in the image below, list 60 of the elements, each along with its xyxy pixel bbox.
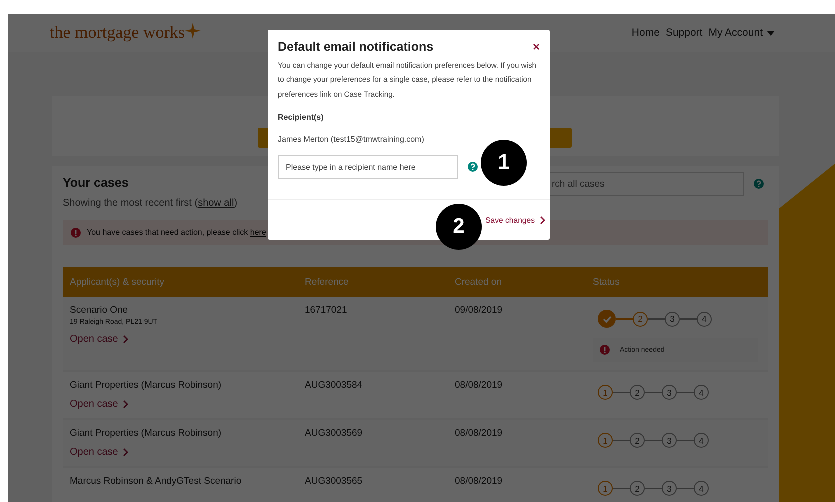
step-circle: 1: [598, 481, 613, 496]
alert-icon: [600, 345, 610, 355]
reference-cell-text: AUG3003565: [305, 476, 364, 489]
column-header: Reference: [305, 276, 350, 288]
applicant-name: Giant Properties (Marcus Robinson): [70, 380, 223, 391]
step-circle: 4: [694, 433, 709, 448]
chevron-icon: [123, 400, 130, 409]
nav-link[interactable]: Support: [666, 27, 703, 39]
applicant-name: Marcus Robinson & AndyGTest Scenario: [70, 476, 243, 487]
date-cell-text: 08/08/2019: [455, 380, 504, 393]
chevron-icon: [123, 448, 130, 457]
reference-cell-text: 16717021: [305, 305, 348, 318]
open-case-link[interactable]: Open case: [70, 334, 130, 345]
logo-text: the mortgage works: [50, 23, 186, 43]
column-header: Applicant(s) & security: [70, 276, 166, 288]
alert-text: You have cases that need action, please click here: [87, 228, 266, 237]
step-circle: 3: [662, 433, 677, 448]
step-circle: 1: [598, 385, 613, 400]
step-circle: 3: [662, 385, 677, 400]
reference-cell-text: AUG3003569: [305, 428, 364, 441]
search-field[interactable]: rch all cases: [549, 172, 744, 196]
subtitle: Showing the most recent first (show all): [63, 198, 238, 209]
step-circle: 2: [630, 481, 645, 496]
caret-icon: [767, 30, 775, 36]
open-case-link[interactable]: Open case: [70, 399, 130, 410]
step-circle: 4: [694, 385, 709, 400]
recipient-field[interactable]: Please type in a recipient name here: [278, 155, 458, 180]
chevron-icon: [540, 216, 546, 225]
applicant-name: Giant Properties (Marcus Robinson): [70, 428, 223, 439]
modal-title: Default email notifications: [278, 40, 434, 54]
applicant-name: Scenario One: [70, 305, 130, 316]
account-menu[interactable]: My Account: [708, 27, 775, 39]
star-icon: [185, 23, 202, 39]
step-circle: 2: [630, 385, 645, 400]
recipients-label: Recipient(s): [278, 113, 325, 122]
step-circle: 3: [665, 312, 680, 326]
recipient-entry: James Merton (test15@tmwtraining.com): [278, 135, 426, 144]
here-link[interactable]: here: [250, 228, 266, 237]
date-cell-text: 09/08/2019: [455, 305, 504, 318]
date-cell-text: 08/08/2019: [455, 476, 504, 489]
chevron-icon: [123, 335, 130, 344]
open-case-link[interactable]: Open case: [70, 447, 130, 458]
alert-icon: [71, 228, 81, 238]
close-button[interactable]: ×: [532, 40, 540, 54]
nav-link[interactable]: Home: [632, 27, 660, 39]
step-circle: 3: [662, 481, 677, 496]
step-circle: 1: [598, 433, 613, 448]
date-cell-text: 08/08/2019: [455, 428, 504, 441]
step-circle: 2: [630, 433, 645, 448]
section-title: Your cases: [63, 176, 130, 190]
step-circle: 4: [697, 312, 712, 326]
column-header: Status: [593, 276, 621, 288]
reference-cell-text: AUG3003584: [305, 380, 364, 393]
step-circle: 2: [633, 312, 648, 326]
help-icon[interactable]: [754, 179, 764, 189]
help-icon[interactable]: [468, 162, 478, 172]
step-circle: 4: [694, 481, 709, 496]
check-icon: [602, 316, 612, 322]
column-header: Created on: [455, 276, 504, 288]
show-all-link[interactable]: show all: [198, 198, 234, 209]
